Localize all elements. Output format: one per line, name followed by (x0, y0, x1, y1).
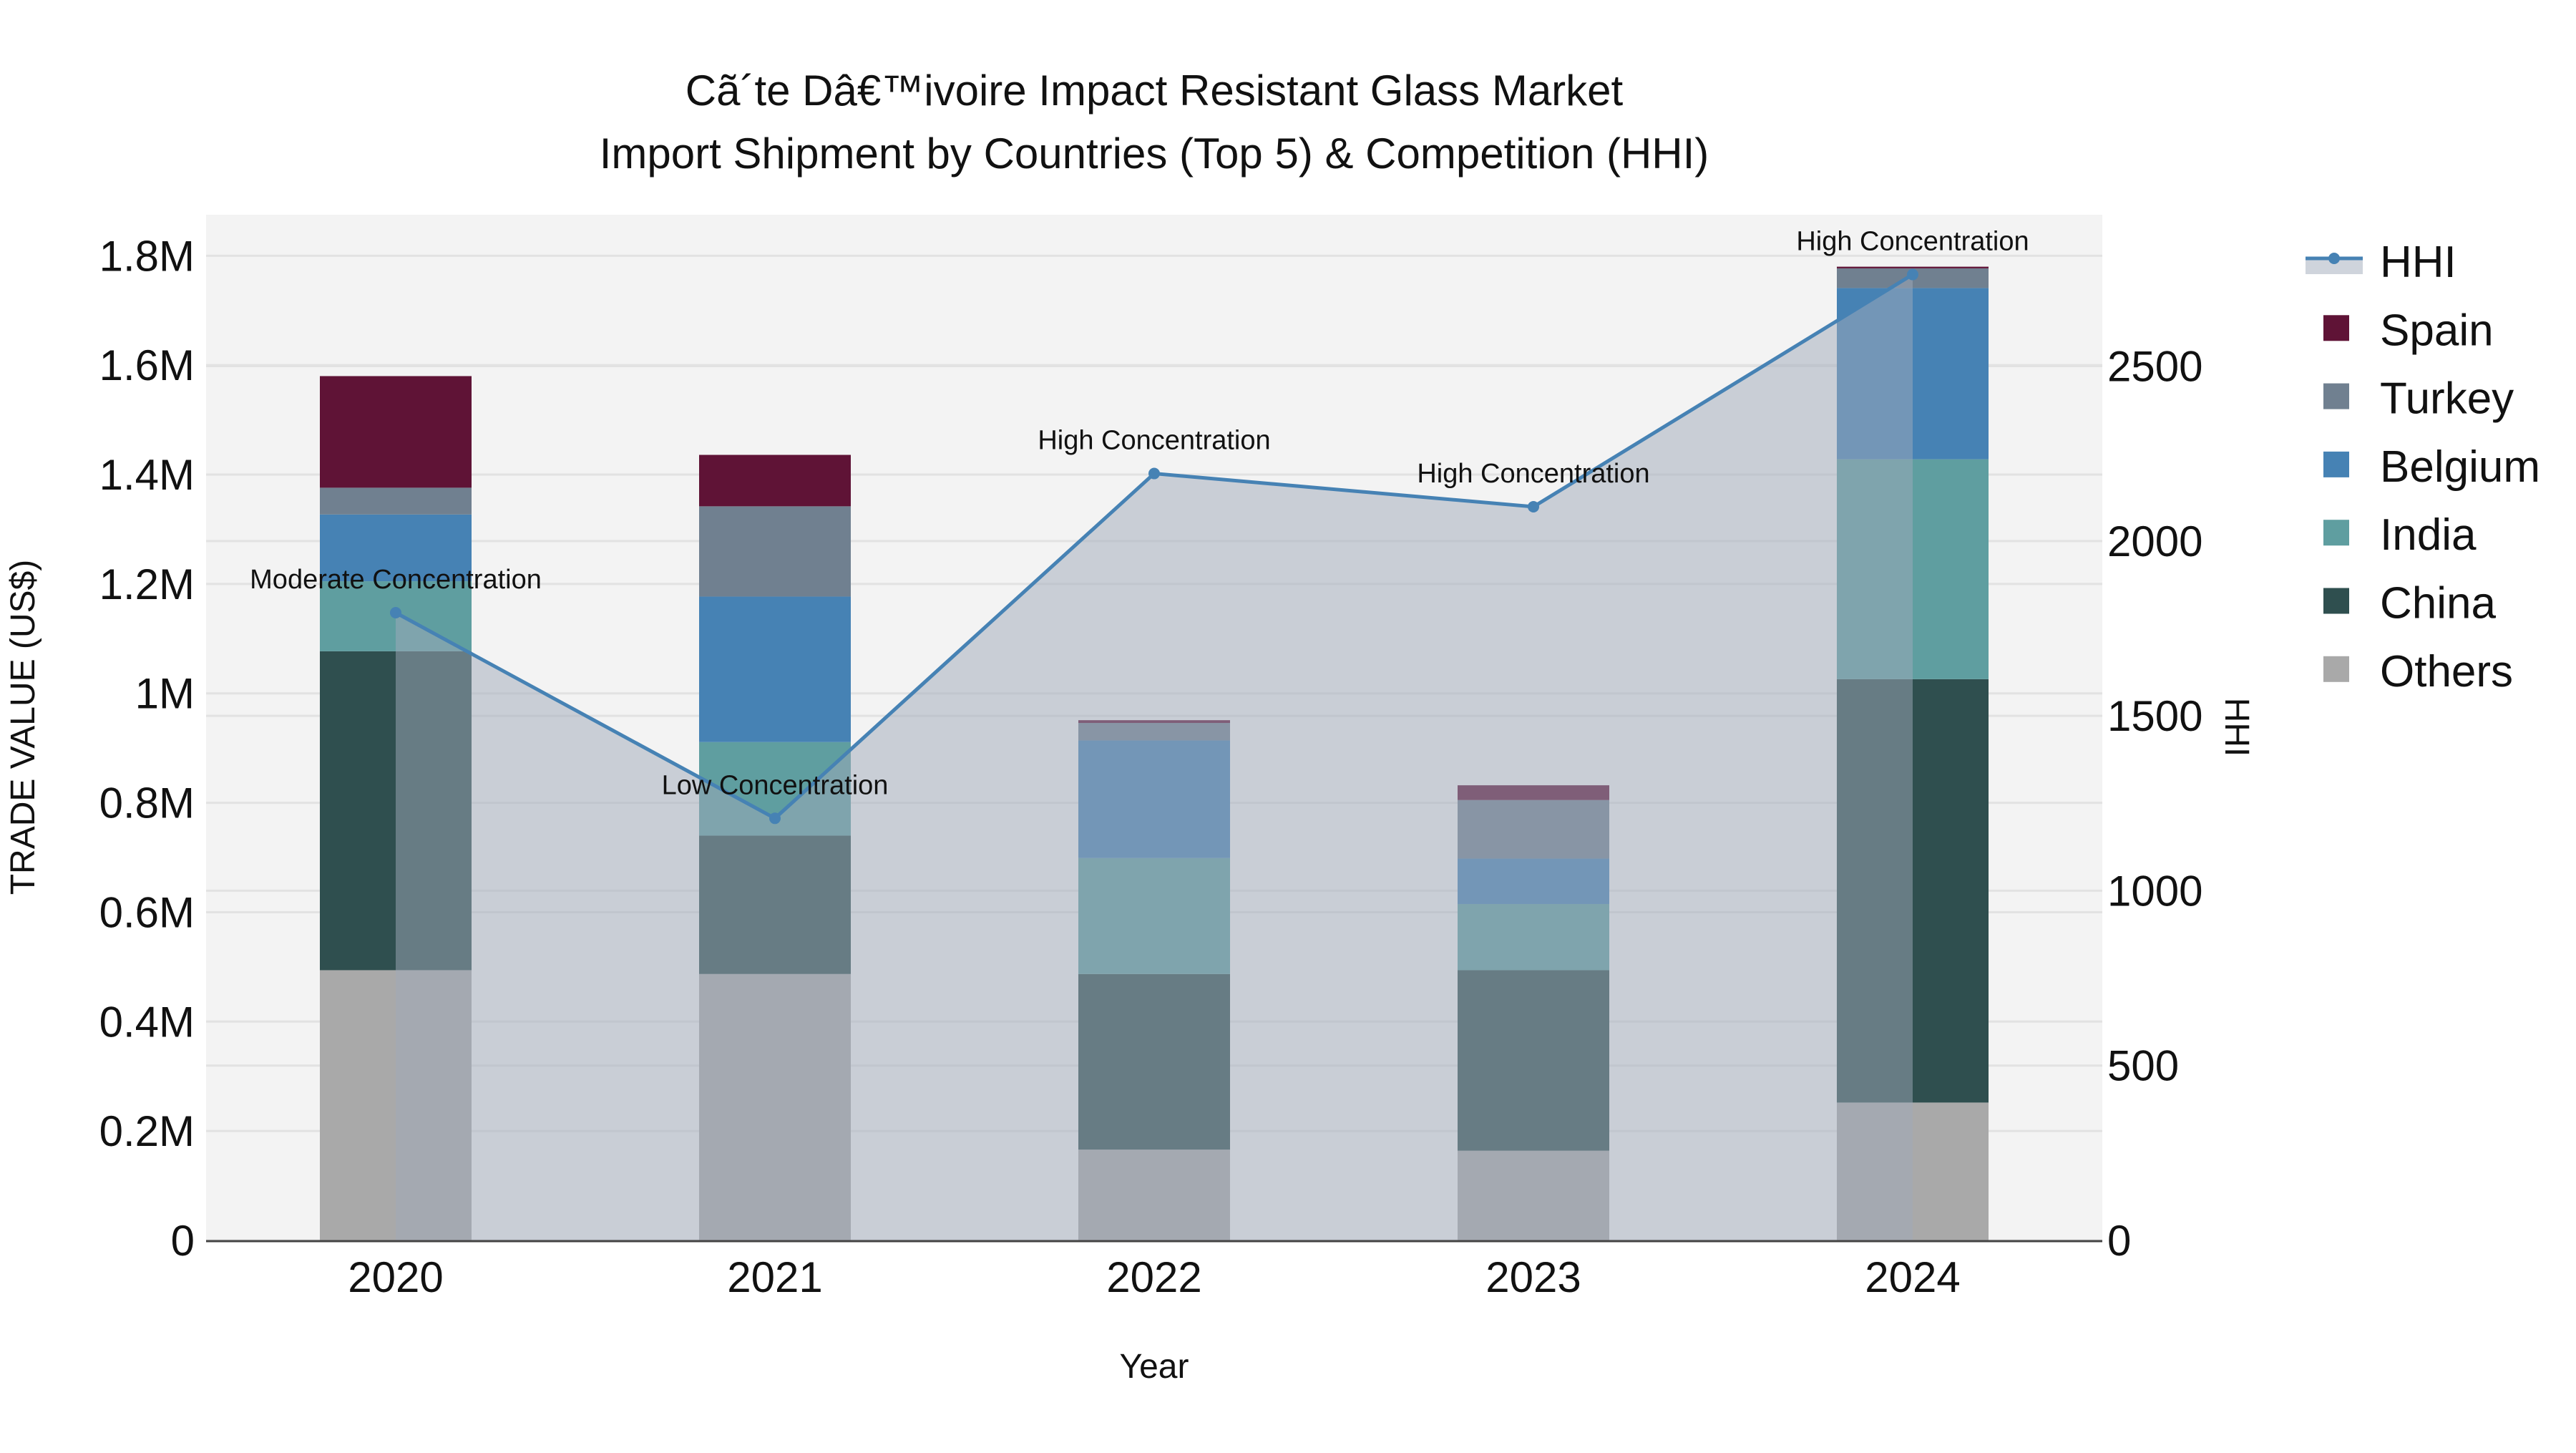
bar-turkey (320, 487, 472, 515)
x-tick-label: 2020 (348, 1253, 443, 1301)
chart-title: Cã´te Dâ€™ivoire Impact Resistant Glass … (686, 67, 1624, 115)
legend-swatch (2323, 588, 2349, 614)
bar-belgium (699, 596, 851, 742)
y2-axis-ticks: 0 500 1000 1500 2000 2500 (2107, 343, 2202, 1265)
hhi-marker (769, 812, 781, 825)
y2-tick-label: 500 (2107, 1042, 2179, 1090)
legend-swatch (2323, 520, 2349, 546)
legend-swatch (2323, 383, 2349, 409)
y2-tick-label: 1000 (2107, 867, 2202, 915)
x-axis-ticks: 2020 2021 2022 2023 2024 (348, 1253, 1960, 1301)
hhi-annotation: Moderate Concentration (250, 565, 542, 595)
legend-item-spain: Spain (2323, 306, 2494, 355)
bar-spain (320, 376, 472, 488)
legend-item-china: China (2323, 579, 2497, 628)
hhi-annotation: High Concentration (1796, 227, 2029, 257)
y2-tick-label: 2000 (2107, 517, 2202, 565)
legend-item-hhi: HHI (2306, 238, 2457, 287)
y-tick-label: 0.2M (99, 1107, 195, 1155)
y2-tick-label: 2500 (2107, 343, 2202, 391)
y2-tick-label: 1500 (2107, 692, 2202, 740)
hhi-annotation: High Concentration (1417, 459, 1649, 489)
x-tick-label: 2021 (727, 1253, 822, 1301)
y-tick-label: 1.2M (99, 560, 195, 608)
legend-label: HHI (2380, 238, 2457, 287)
bar-turkey (699, 506, 851, 597)
legend-label: Belgium (2380, 442, 2540, 492)
y2-tick-label: 0 (2107, 1217, 2131, 1265)
hhi-annotation: Low Concentration (662, 770, 889, 800)
y-tick-label: 1.4M (99, 451, 195, 499)
x-tick-label: 2023 (1485, 1253, 1581, 1301)
hhi-marker (390, 607, 401, 619)
legend-label: China (2380, 579, 2497, 628)
y-tick-label: 0.6M (99, 888, 195, 936)
chart: Moderate Concentration Low Concentration H… (4, 67, 2540, 1386)
legend-swatch (2323, 451, 2349, 477)
bar-spain (1837, 266, 1989, 268)
y-tick-label: 1.8M (99, 232, 195, 280)
y-axis-ticks: 0 0.2M 0.4M 0.6M 0.8M 1M 1.2M 1.4M 1.6M 1.8M (99, 232, 195, 1265)
legend-label: India (2380, 510, 2477, 560)
legend-item-india: India (2323, 510, 2477, 560)
chart-subtitle: Import Shipment by Countries (Top 5) & C… (600, 130, 1709, 178)
legend-item-others: Others (2323, 647, 2513, 696)
legend-swatch (2323, 315, 2349, 341)
y-tick-label: 1.6M (99, 341, 195, 389)
y-tick-label: 1M (135, 670, 195, 718)
legend: HHI Spain Turkey Belgium India China Others (2306, 238, 2540, 696)
legend-label: Turkey (2380, 374, 2514, 424)
hhi-marker (1148, 467, 1160, 480)
legend-item-turkey: Turkey (2323, 374, 2514, 424)
legend-label: Others (2380, 647, 2513, 696)
y2-axis-title: HHI (2218, 698, 2255, 757)
hhi-annotation: High Concentration (1038, 426, 1270, 456)
y-tick-label: 0.4M (99, 998, 195, 1046)
legend-swatch (2323, 656, 2349, 682)
hhi-marker (1528, 500, 1539, 512)
legend-swatch-marker (2328, 253, 2340, 264)
legend-label: Spain (2380, 306, 2494, 355)
legend-item-belgium: Belgium (2323, 442, 2540, 492)
x-tick-label: 2022 (1106, 1253, 1201, 1301)
hhi-marker (1907, 268, 1918, 281)
y-tick-label: 0.8M (99, 779, 195, 827)
x-axis-title: Year (1120, 1348, 1189, 1386)
y-axis-title: TRADE VALUE (US$) (4, 560, 42, 895)
y-tick-label: 0 (171, 1217, 195, 1265)
x-tick-label: 2024 (1865, 1253, 1960, 1301)
bar-spain (699, 455, 851, 507)
